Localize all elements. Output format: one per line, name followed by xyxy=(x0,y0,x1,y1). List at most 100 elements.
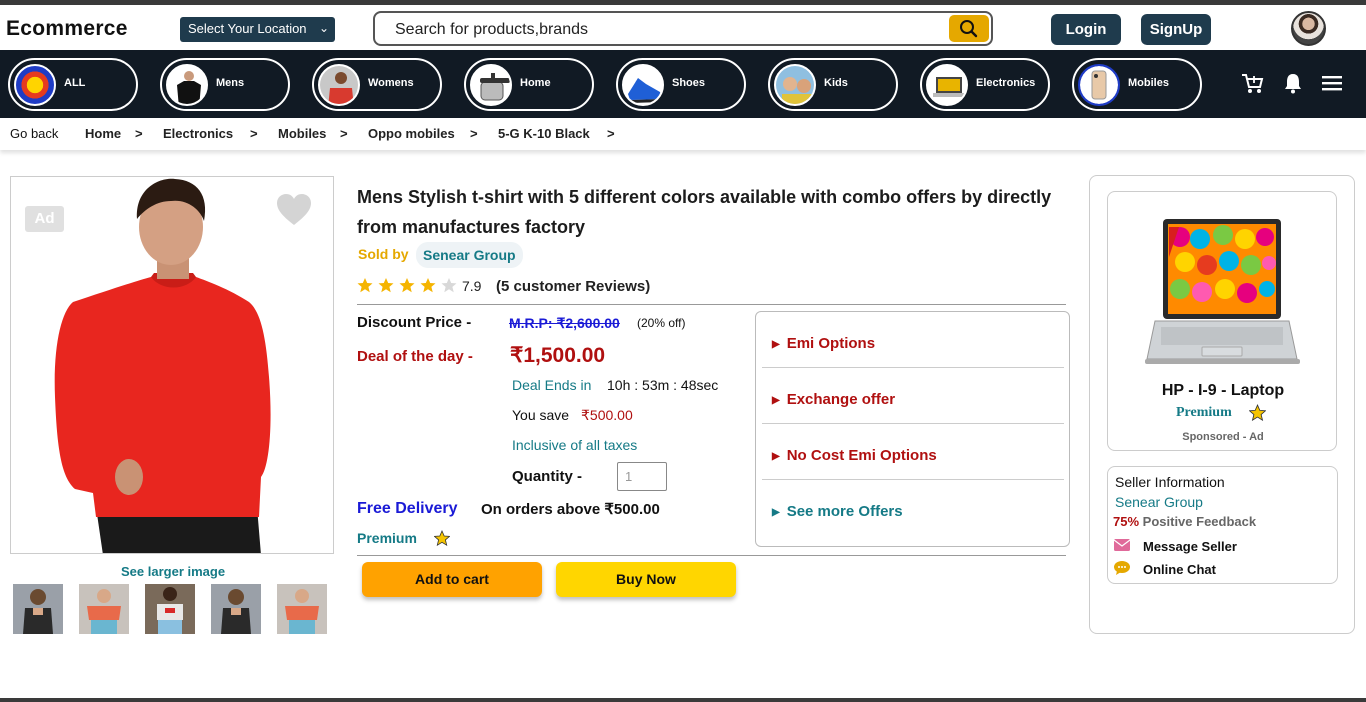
category-all[interactable]: ALL xyxy=(8,58,138,111)
seller-info-card: Seller Information Senear Group 75% Posi… xyxy=(1107,466,1338,584)
menu-icon[interactable] xyxy=(1319,70,1345,96)
online-chat-link[interactable]: Online Chat xyxy=(1143,562,1216,577)
see-more-offers[interactable]: ▶ See more Offers xyxy=(772,503,903,520)
seller-link[interactable]: Senear Group xyxy=(416,242,523,268)
divider xyxy=(762,423,1064,424)
cart-icon[interactable] xyxy=(1239,70,1265,96)
location-select-label: Select Your Location xyxy=(188,21,307,36)
breadcrumb-separator: > xyxy=(607,126,615,141)
exchange-offer[interactable]: ▶ Exchange offer xyxy=(772,391,895,408)
emi-options[interactable]: ▶ Emi Options xyxy=(772,335,875,352)
feedback-percent: 75% xyxy=(1113,514,1140,529)
breadcrumb: Go back Home > Electronics > Mobiles > O… xyxy=(0,118,1366,150)
heart-icon[interactable] xyxy=(275,193,313,227)
divider xyxy=(357,304,1066,305)
category-label: Mobiles xyxy=(1128,77,1169,89)
deal-of-day-label: Deal of the day - xyxy=(357,348,473,365)
divider xyxy=(762,367,1064,368)
laptop-photo xyxy=(1145,219,1300,364)
search-input[interactable]: Search for products,brands xyxy=(395,21,588,39)
breadcrumb-item[interactable]: Home xyxy=(85,126,121,141)
search-button[interactable] xyxy=(949,15,989,42)
signup-button[interactable]: SignUp xyxy=(1141,14,1211,45)
offers-panel: ▶ Emi Options ▶ Exchange offer ▶ No Cost Em… xyxy=(755,311,1070,547)
header: Ecommerce Select Your Location ⌄ Search … xyxy=(0,5,1366,50)
breadcrumb-item[interactable]: 5-G K-10 Black xyxy=(498,126,590,141)
category-kids[interactable]: Kids xyxy=(768,58,898,111)
premium-label: Premium xyxy=(1176,405,1232,420)
divider xyxy=(762,479,1064,480)
premium-star-icon xyxy=(1249,404,1266,421)
category-electronics[interactable]: Electronics xyxy=(920,58,1050,111)
quantity-input[interactable]: 1 xyxy=(617,462,667,491)
breadcrumb-separator: > xyxy=(470,126,478,141)
go-back-link[interactable]: Go back xyxy=(10,126,58,141)
breadcrumb-item[interactable]: Mobiles xyxy=(278,126,326,141)
category-shoes[interactable]: Shoes xyxy=(616,58,746,111)
no-cost-emi-options[interactable]: ▶ No Cost Emi Options xyxy=(772,447,937,464)
deal-price: ₹1,500.00 xyxy=(510,344,606,367)
deal-ends-label: Deal Ends in xyxy=(512,377,592,393)
caret-right-icon: ▶ xyxy=(772,451,780,462)
seller-name-link[interactable]: Senear Group xyxy=(1115,494,1203,510)
category-womens[interactable]: Womens xyxy=(312,58,442,111)
premium-label: Premium xyxy=(357,530,417,546)
all-categories-logo-icon xyxy=(14,64,56,106)
category-label: Shoes xyxy=(672,77,706,89)
pressure-cooker-photo-icon xyxy=(470,64,512,106)
search-bar: Search for products,brands xyxy=(373,11,993,46)
star-empty-icon xyxy=(441,278,457,293)
see-larger-image-link[interactable]: See larger image xyxy=(121,564,225,579)
delivery-note: On orders above ₹500.00 xyxy=(481,501,660,518)
breadcrumb-separator: > xyxy=(340,126,348,141)
location-select[interactable]: Select Your Location ⌄ xyxy=(180,17,335,42)
login-button[interactable]: Login xyxy=(1051,14,1121,45)
bell-icon[interactable] xyxy=(1280,70,1306,96)
iphone-photo-icon xyxy=(1078,64,1120,106)
product-main-image[interactable]: Ad xyxy=(10,176,334,554)
breadcrumb-separator: > xyxy=(250,126,258,141)
category-label: Mens xyxy=(216,77,245,89)
search-icon xyxy=(960,20,978,38)
caret-right-icon: ▶ xyxy=(772,395,780,406)
customer-reviews-link[interactable]: (5 customer Reviews) xyxy=(496,278,650,295)
divider xyxy=(357,555,1066,556)
chevron-down-icon: ⌄ xyxy=(318,21,329,35)
category-label: Electronics xyxy=(976,77,1036,89)
shoe-photo-icon xyxy=(622,64,664,106)
category-label: ALL xyxy=(64,77,86,89)
premium-star-icon xyxy=(434,530,450,546)
breadcrumb-separator: > xyxy=(135,126,143,141)
category-mobiles[interactable]: Mobiles xyxy=(1072,58,1202,111)
breadcrumb-item[interactable]: Oppo mobiles xyxy=(368,126,455,141)
gallery-thumbnail[interactable] xyxy=(13,584,63,634)
you-save-label: You save xyxy=(512,407,570,423)
buy-now-button[interactable]: Buy Now xyxy=(556,562,736,597)
you-save-value: ₹500.00 xyxy=(581,407,633,423)
offer-label: Exchange offer xyxy=(786,391,896,408)
free-delivery-label: Free Delivery xyxy=(357,500,458,517)
user-avatar[interactable] xyxy=(1291,11,1326,46)
product-title: Mens Stylish t-shirt with 5 different co… xyxy=(357,187,1052,237)
gallery-thumbnail[interactable] xyxy=(211,584,261,634)
breadcrumb-item[interactable]: Electronics xyxy=(163,126,233,141)
category-mens[interactable]: Mens xyxy=(160,58,290,111)
sponsored-ad-card[interactable]: HP - I-9 - Laptop Premium Sponsored - Ad xyxy=(1107,191,1337,451)
quantity-label: Quantity - xyxy=(512,468,582,485)
add-to-cart-button[interactable]: Add to cart xyxy=(362,562,542,597)
kids-photo-icon xyxy=(774,64,816,106)
sponsored-ad-tag: Sponsored - Ad xyxy=(1182,431,1264,443)
laptop-photo-icon xyxy=(926,64,968,106)
rating-value: 7.9 xyxy=(462,278,482,294)
site-logo[interactable]: Ecommerce xyxy=(6,17,128,41)
gallery-thumbnail[interactable] xyxy=(145,584,195,634)
gallery-thumbnail[interactable] xyxy=(277,584,327,634)
bottom-strip xyxy=(0,698,1366,702)
chat-icon xyxy=(1114,561,1130,575)
message-seller-link[interactable]: Message Seller xyxy=(1143,539,1237,554)
womens-photo-icon xyxy=(318,64,360,106)
category-home[interactable]: Home xyxy=(464,58,594,111)
gallery-thumbnail[interactable] xyxy=(79,584,129,634)
rating-stars xyxy=(357,278,457,293)
product-photo xyxy=(54,178,271,553)
